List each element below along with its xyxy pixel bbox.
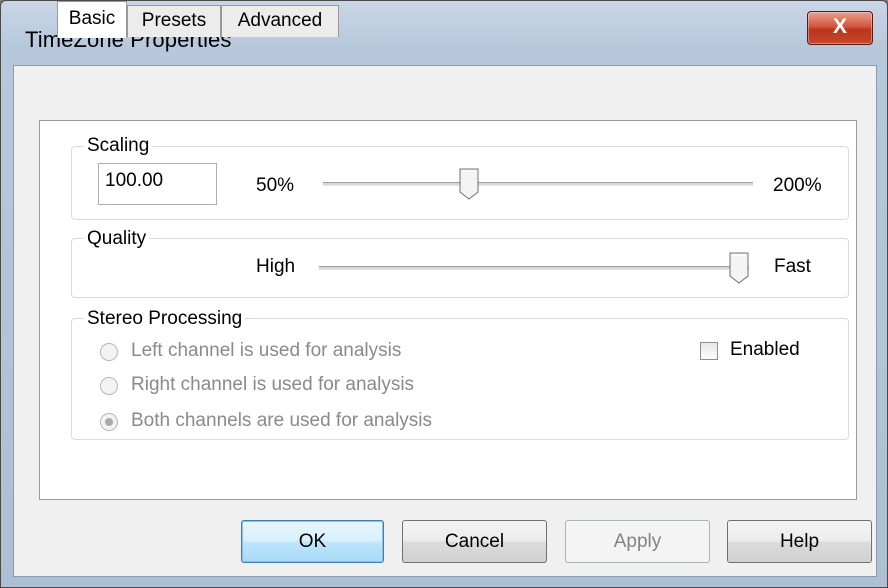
scaling-min-label: 50%: [256, 175, 295, 196]
scaling-value: 100.00: [105, 170, 164, 191]
scaling-group-label: Scaling: [84, 135, 153, 157]
ok-button-label: OK: [298, 531, 327, 552]
scaling-slider-track[interactable]: [323, 182, 753, 186]
cancel-button[interactable]: Cancel: [402, 520, 547, 563]
apply-button[interactable]: Apply: [565, 520, 710, 563]
enabled-label: Enabled: [730, 339, 800, 360]
ok-button[interactable]: OK: [241, 520, 384, 563]
tab-advanced-label: Advanced: [237, 10, 323, 31]
enabled-checkbox[interactable]: [700, 342, 718, 360]
quality-max-label: Fast: [774, 256, 811, 277]
dialog-window: TimeZone Properties X Basic Presets Adva…: [0, 0, 888, 588]
scaling-slider-thumb[interactable]: [459, 168, 479, 200]
help-button[interactable]: Help: [727, 520, 872, 563]
tab-advanced[interactable]: Advanced: [221, 5, 339, 37]
left-channel-radio[interactable]: [100, 343, 118, 361]
quality-slider-thumb[interactable]: [729, 252, 749, 284]
quality-slider-track[interactable]: [319, 266, 749, 270]
tab-basic[interactable]: Basic: [57, 1, 127, 38]
tab-basic-label: Basic: [68, 8, 116, 29]
quality-group-label: Quality: [84, 228, 150, 250]
cancel-button-label: Cancel: [444, 531, 505, 552]
close-icon: X: [832, 15, 847, 38]
scaling-max-label: 200%: [773, 175, 822, 196]
quality-min-label: High: [256, 256, 296, 277]
both-channels-label: Both channels are used for analysis: [131, 410, 433, 431]
scaling-value-input[interactable]: 100.00: [98, 163, 217, 205]
right-channel-label: Right channel is used for analysis: [131, 374, 415, 395]
help-button-label: Help: [779, 531, 820, 552]
right-channel-radio[interactable]: [100, 377, 118, 395]
apply-button-label: Apply: [613, 531, 662, 552]
both-channels-radio[interactable]: [100, 413, 118, 431]
close-button[interactable]: X: [807, 11, 873, 45]
stereo-group-label: Stereo Processing: [84, 308, 246, 330]
tab-presets-label: Presets: [141, 10, 207, 31]
tab-presets[interactable]: Presets: [127, 5, 221, 37]
left-channel-label: Left channel is used for analysis: [131, 340, 402, 361]
